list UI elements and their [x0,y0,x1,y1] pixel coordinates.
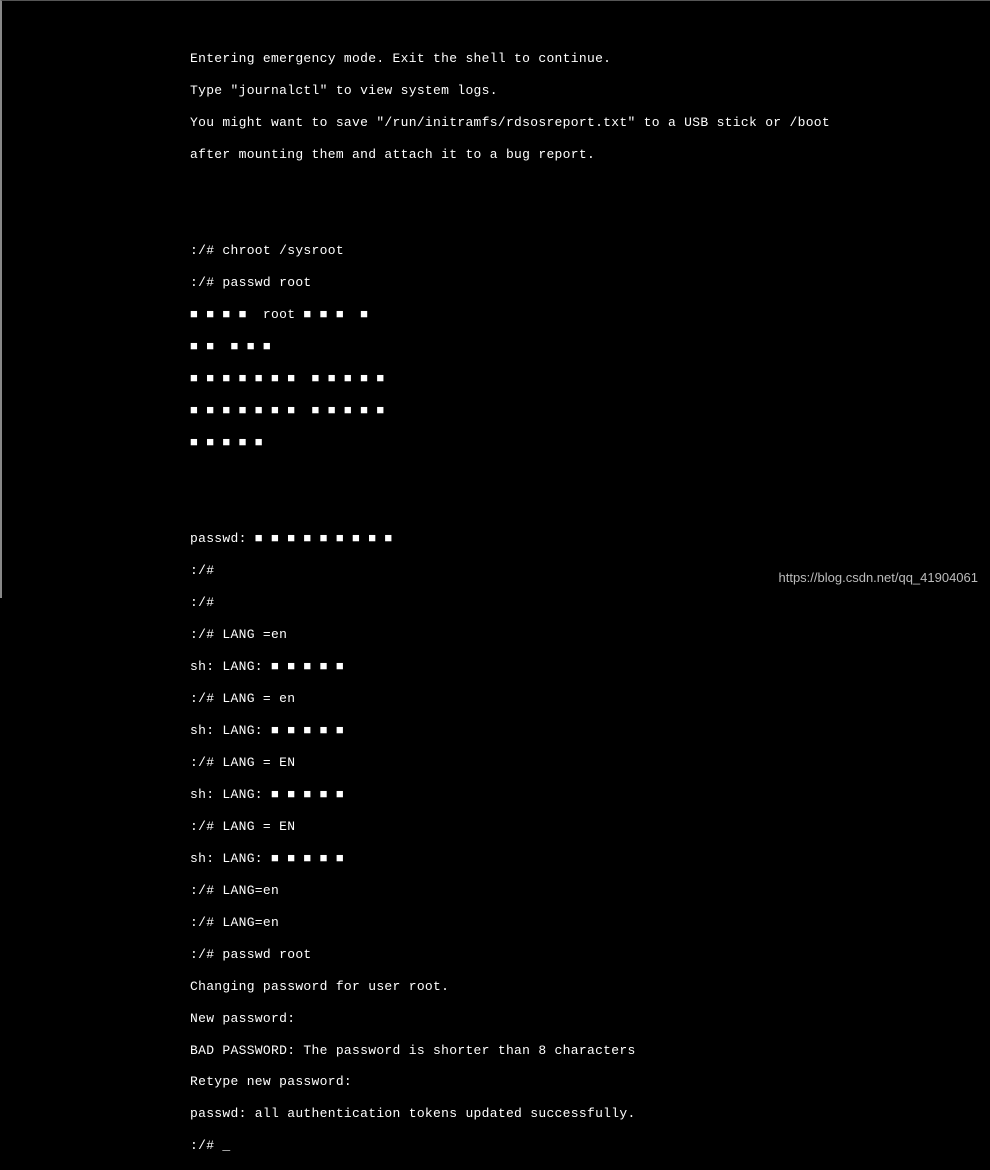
output-line: ■ ■ ■ ■ root ■ ■ ■ ■ [190,307,990,323]
command-line: :/# passwd root [190,275,990,291]
output-line: sh: LANG: ■ ■ ■ ■ ■ [190,787,990,803]
command-line: :/# LANG =en [190,627,990,643]
command-line: :/# LANG=en [190,915,990,931]
output-line: sh: LANG: ■ ■ ■ ■ ■ [190,851,990,867]
output-line [190,499,990,515]
command-line: :/# LANG = en [190,691,990,707]
output-line: passwd: all authentication tokens update… [190,1106,990,1122]
output-line [190,179,990,195]
prompt-line: :/# [190,595,990,611]
watermark-url: https://blog.csdn.net/qq_41904061 [779,570,979,586]
output-line: sh: LANG: ■ ■ ■ ■ ■ [190,659,990,675]
output-line: ■ ■ ■ ■ ■ ■ ■ ■ ■ ■ ■ ■ [190,403,990,419]
output-line: ■ ■ ■ ■ ■ [190,435,990,451]
output-line: New password: [190,1011,990,1027]
output-line [190,211,990,227]
output-line: Type "journalctl" to view system logs. [190,83,990,99]
output-line: ■ ■ ■ ■ ■ ■ ■ ■ ■ ■ ■ ■ [190,371,990,387]
output-line: You might want to save "/run/initramfs/r… [190,115,990,131]
command-line: :/# LANG=en [190,883,990,899]
output-line: after mounting them and attach it to a b… [190,147,990,163]
output-line: passwd: ■ ■ ■ ■ ■ ■ ■ ■ ■ [190,531,990,547]
prompt-cursor-line[interactable]: :/# _ [190,1138,990,1154]
command-line: :/# LANG = EN [190,755,990,771]
command-line: :/# chroot /sysroot [190,243,990,259]
output-line: BAD PASSWORD: The password is shorter th… [190,1043,990,1059]
command-line: :/# passwd root [190,947,990,963]
command-line: :/# LANG = EN [190,819,990,835]
output-line: Changing password for user root. [190,979,990,995]
output-line: sh: LANG: ■ ■ ■ ■ ■ [190,723,990,739]
output-line: Retype new password: [190,1074,990,1090]
output-line [190,467,990,483]
output-line: Entering emergency mode. Exit the shell … [190,51,990,67]
output-line: ■ ■ ■ ■ ■ [190,339,990,355]
